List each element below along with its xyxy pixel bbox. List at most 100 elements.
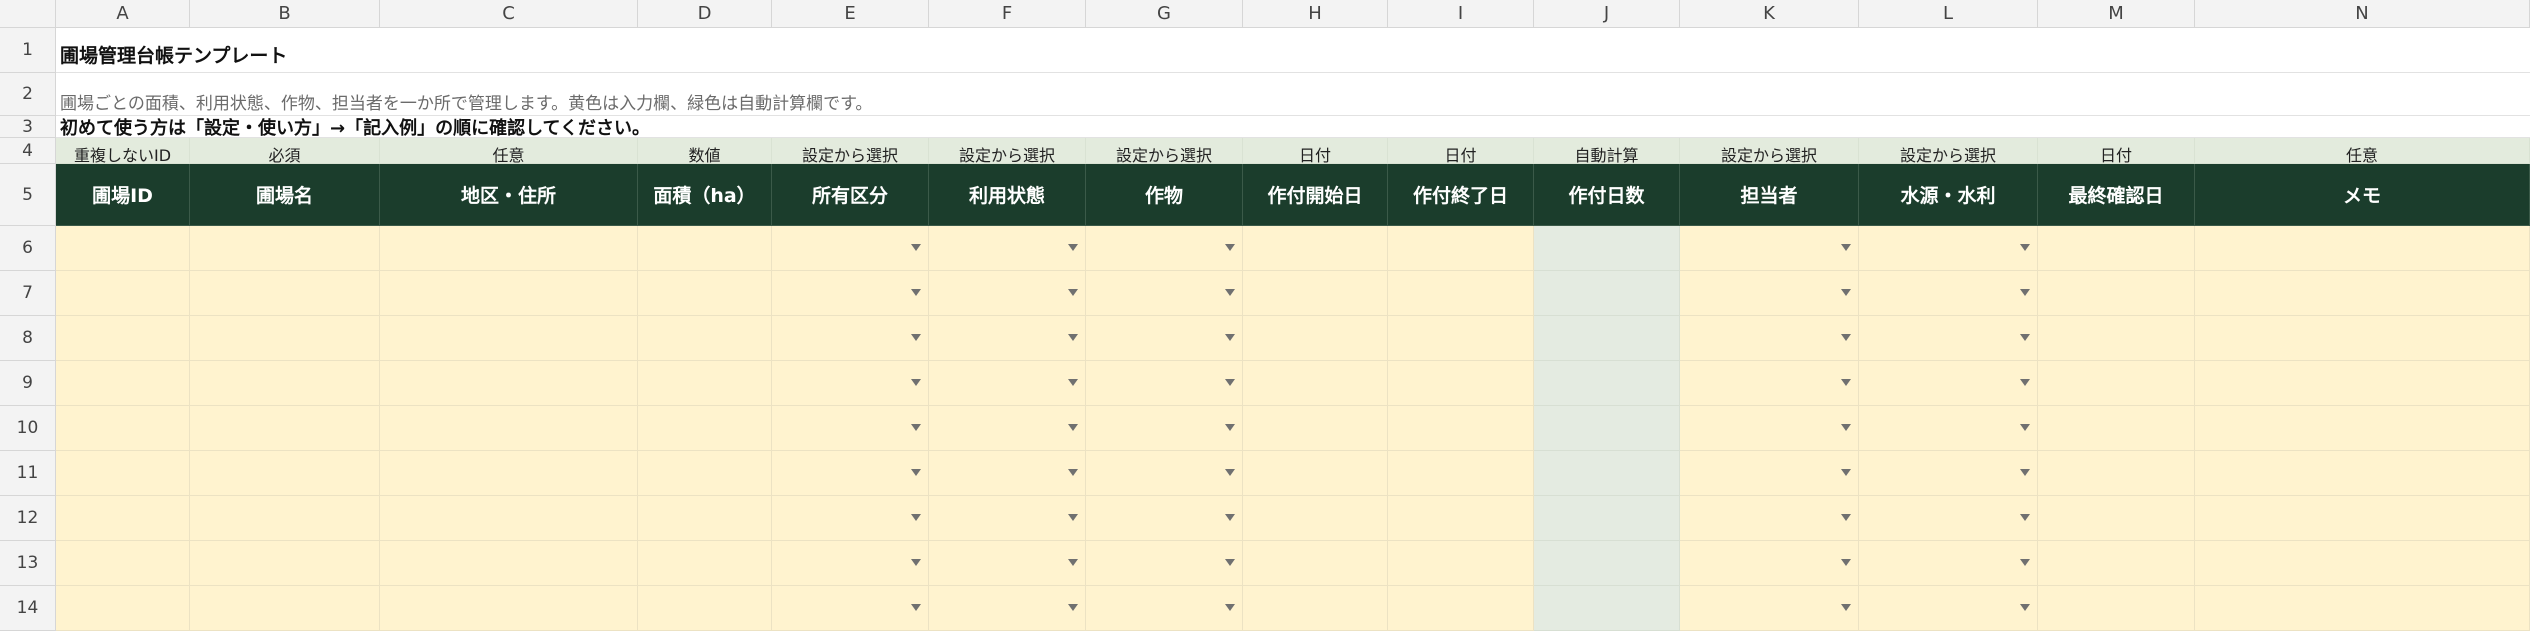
dropdown-cell[interactable] [929, 361, 1086, 406]
dropdown-cell[interactable] [1086, 361, 1243, 406]
row-number[interactable]: 2 [0, 73, 56, 116]
input-cell[interactable] [638, 271, 772, 316]
dropdown-cell[interactable] [1086, 271, 1243, 316]
input-cell[interactable] [1243, 361, 1388, 406]
input-cell[interactable] [190, 586, 380, 631]
row-number[interactable]: 14 [0, 586, 56, 631]
input-cell[interactable] [2038, 271, 2195, 316]
input-cell[interactable] [638, 316, 772, 361]
hint-cell[interactable]: 任意 [2195, 138, 2530, 164]
calc-cell[interactable] [1534, 316, 1680, 361]
input-cell[interactable] [2038, 451, 2195, 496]
column-header-f[interactable]: F [929, 0, 1086, 28]
input-cell[interactable] [638, 361, 772, 406]
input-cell[interactable] [190, 496, 380, 541]
input-cell[interactable] [2038, 496, 2195, 541]
input-cell[interactable] [1388, 586, 1534, 631]
dropdown-cell[interactable] [1859, 541, 2038, 586]
header-memo[interactable]: メモ [2195, 164, 2530, 226]
calc-cell[interactable] [1534, 541, 1680, 586]
column-header-e[interactable]: E [772, 0, 929, 28]
dropdown-arrow-icon[interactable] [1068, 334, 1078, 341]
dropdown-arrow-icon[interactable] [1841, 289, 1851, 296]
input-cell[interactable] [56, 541, 190, 586]
input-cell[interactable] [380, 406, 638, 451]
input-cell[interactable] [2195, 496, 2530, 541]
dropdown-cell[interactable] [1680, 541, 1859, 586]
column-header-i[interactable]: I [1388, 0, 1534, 28]
column-header-j[interactable]: J [1534, 0, 1680, 28]
input-cell[interactable] [2038, 586, 2195, 631]
dropdown-arrow-icon[interactable] [2020, 334, 2030, 341]
row-number[interactable]: 13 [0, 541, 56, 586]
dropdown-arrow-icon[interactable] [1841, 604, 1851, 611]
input-cell[interactable] [2195, 226, 2530, 271]
dropdown-cell[interactable] [772, 586, 929, 631]
dropdown-cell[interactable] [772, 406, 929, 451]
input-cell[interactable] [1388, 406, 1534, 451]
input-cell[interactable] [56, 316, 190, 361]
input-cell[interactable] [2038, 406, 2195, 451]
input-cell[interactable] [56, 406, 190, 451]
dropdown-cell[interactable] [1859, 451, 2038, 496]
input-cell[interactable] [1243, 496, 1388, 541]
input-cell[interactable] [1243, 586, 1388, 631]
dropdown-cell[interactable] [1680, 586, 1859, 631]
header-last-check[interactable]: 最終確認日 [2038, 164, 2195, 226]
column-header-h[interactable]: H [1243, 0, 1388, 28]
hint-cell[interactable]: 設定から選択 [1859, 138, 2038, 164]
dropdown-arrow-icon[interactable] [1841, 379, 1851, 386]
input-cell[interactable] [1388, 226, 1534, 271]
dropdown-cell[interactable] [1680, 226, 1859, 271]
input-cell[interactable] [638, 586, 772, 631]
header-field-id[interactable]: 圃場ID [56, 164, 190, 226]
input-cell[interactable] [1243, 451, 1388, 496]
column-header-l[interactable]: L [1859, 0, 2038, 28]
hint-cell[interactable]: 数値 [638, 138, 772, 164]
dropdown-cell[interactable] [772, 226, 929, 271]
input-cell[interactable] [56, 361, 190, 406]
input-cell[interactable] [1388, 316, 1534, 361]
row-number[interactable]: 8 [0, 316, 56, 361]
sheet-guide[interactable]: 初めて使う方は「設定・使い方」→「記入例」の順に確認してください。 [56, 116, 2530, 138]
dropdown-arrow-icon[interactable] [1841, 424, 1851, 431]
input-cell[interactable] [380, 496, 638, 541]
input-cell[interactable] [1388, 496, 1534, 541]
dropdown-cell[interactable] [929, 316, 1086, 361]
dropdown-arrow-icon[interactable] [1068, 424, 1078, 431]
calc-cell[interactable] [1534, 271, 1680, 316]
input-cell[interactable] [380, 541, 638, 586]
column-header-k[interactable]: K [1680, 0, 1859, 28]
dropdown-arrow-icon[interactable] [1225, 379, 1235, 386]
input-cell[interactable] [2195, 271, 2530, 316]
hint-cell[interactable]: 日付 [1243, 138, 1388, 164]
dropdown-arrow-icon[interactable] [1225, 559, 1235, 566]
dropdown-arrow-icon[interactable] [1225, 424, 1235, 431]
column-header-a[interactable]: A [56, 0, 190, 28]
input-cell[interactable] [56, 451, 190, 496]
row-number[interactable]: 6 [0, 226, 56, 271]
dropdown-cell[interactable] [1859, 361, 2038, 406]
input-cell[interactable] [1388, 271, 1534, 316]
dropdown-cell[interactable] [1680, 496, 1859, 541]
dropdown-arrow-icon[interactable] [2020, 559, 2030, 566]
dropdown-cell[interactable] [772, 541, 929, 586]
dropdown-arrow-icon[interactable] [1841, 514, 1851, 521]
hint-cell[interactable]: 設定から選択 [1680, 138, 1859, 164]
dropdown-cell[interactable] [1859, 406, 2038, 451]
input-cell[interactable] [2195, 451, 2530, 496]
row-number[interactable]: 3 [0, 116, 56, 138]
input-cell[interactable] [638, 226, 772, 271]
column-header-n[interactable]: N [2195, 0, 2530, 28]
input-cell[interactable] [190, 361, 380, 406]
dropdown-cell[interactable] [1086, 586, 1243, 631]
hint-cell[interactable]: 自動計算 [1534, 138, 1680, 164]
dropdown-arrow-icon[interactable] [911, 244, 921, 251]
input-cell[interactable] [2038, 316, 2195, 361]
calc-cell[interactable] [1534, 226, 1680, 271]
dropdown-arrow-icon[interactable] [2020, 289, 2030, 296]
dropdown-arrow-icon[interactable] [1068, 379, 1078, 386]
hint-cell[interactable]: 日付 [1388, 138, 1534, 164]
input-cell[interactable] [2195, 406, 2530, 451]
dropdown-cell[interactable] [1086, 541, 1243, 586]
